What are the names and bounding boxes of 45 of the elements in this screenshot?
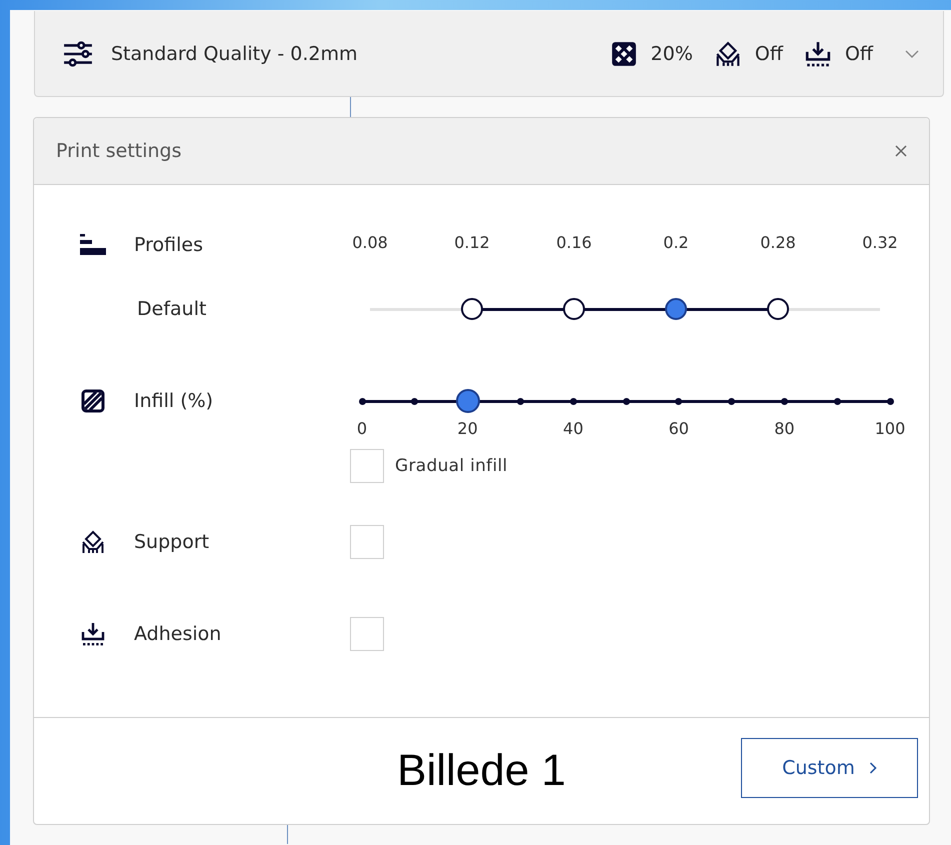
profile-stop[interactable]: [461, 298, 483, 320]
hatched-square-icon: [80, 389, 106, 413]
layer-height-label: 0.2: [663, 233, 689, 252]
tick-label: 60: [668, 419, 689, 438]
tick-label: 0: [356, 419, 368, 438]
support-icon: [714, 40, 741, 66]
support-icon: [80, 530, 106, 554]
checkbox[interactable]: [350, 525, 384, 559]
profile-stop[interactable]: [767, 298, 789, 320]
infill-pattern-icon: [610, 40, 637, 66]
custom-button[interactable]: Custom: [741, 738, 918, 798]
profiles-icon: [80, 233, 106, 257]
setting-label: Adhesion: [134, 623, 222, 645]
tick-label: 20: [457, 419, 478, 438]
layer-height-label: 0.12: [454, 233, 490, 252]
layer-height-label: 0.32: [862, 233, 898, 252]
chevron-down-icon: [905, 50, 919, 58]
layer-height-label: 0.08: [352, 233, 388, 252]
layer-height-label: 0.28: [760, 233, 796, 252]
adhesion-value: Off: [844, 42, 873, 64]
slider-thumb[interactable]: [456, 389, 480, 413]
checkbox[interactable]: [350, 617, 384, 651]
setting-label: Profiles: [134, 234, 203, 256]
adhesion-icon: [80, 622, 106, 646]
infill-value: 20%: [650, 42, 693, 64]
setting-label: Support: [134, 531, 210, 553]
support-value: Off: [754, 42, 783, 64]
tick-label: 80: [774, 419, 795, 438]
profile-stop[interactable]: [665, 298, 687, 320]
tick-label: 40: [563, 419, 584, 438]
setting-label: Infill (%): [134, 390, 214, 412]
figure-caption: Billede 1: [397, 746, 566, 796]
profile-stop[interactable]: [563, 298, 585, 320]
profile-sublabel: Default: [137, 298, 206, 320]
panel-title: Print settings: [56, 140, 183, 162]
adhesion-icon: [804, 40, 831, 66]
tick-label: 100: [874, 419, 906, 438]
print-setup-bar[interactable]: Standard Quality - 0.2mm 20% Off Off: [34, 11, 944, 97]
close-icon[interactable]: [895, 145, 907, 157]
checkbox[interactable]: [350, 449, 384, 483]
sliders-icon: [63, 40, 93, 66]
layer-height-label: 0.16: [556, 233, 592, 252]
quality-profile-label: Standard Quality - 0.2mm: [111, 42, 358, 64]
chevron-right-icon: [868, 762, 877, 774]
checkbox-label: Gradual infill: [395, 456, 508, 476]
